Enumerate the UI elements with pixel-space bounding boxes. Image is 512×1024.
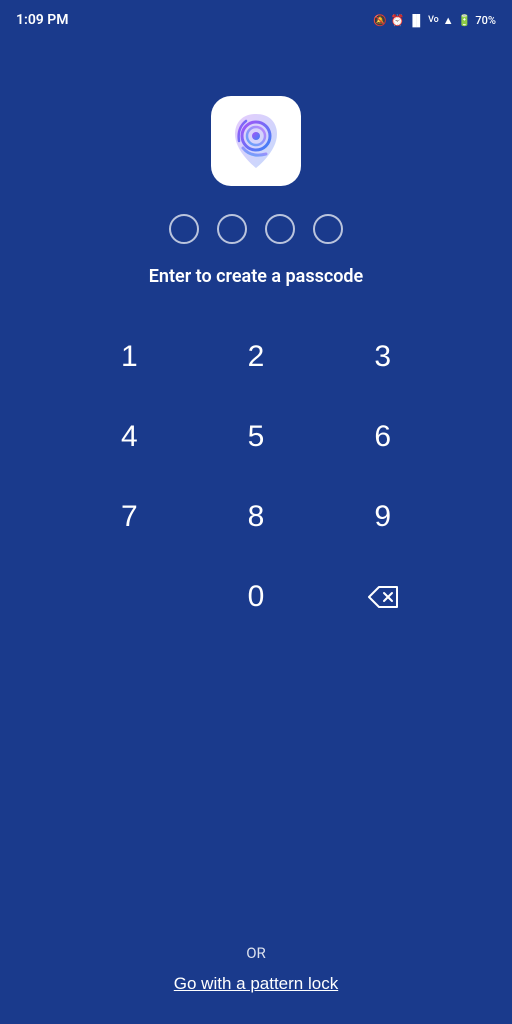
key-cell-9: 9	[319, 477, 446, 557]
key-cell-8: 8	[193, 477, 320, 557]
passcode-dot-3	[265, 214, 295, 244]
vo-icon: Vo	[428, 15, 439, 25]
key-cell-4: 4	[66, 397, 193, 477]
key-empty	[94, 562, 164, 632]
backspace-icon	[367, 585, 399, 609]
key-9[interactable]: 9	[348, 482, 418, 552]
key-0[interactable]: 0	[221, 562, 291, 632]
key-3[interactable]: 3	[348, 322, 418, 392]
key-cell-6: 6	[319, 397, 446, 477]
key-6[interactable]: 6	[348, 402, 418, 472]
key-cell-empty	[66, 557, 193, 637]
wifi-icon: ▲	[443, 14, 454, 27]
passcode-dot-4	[313, 214, 343, 244]
app-logo	[221, 106, 291, 176]
alarm-icon: ⏰	[391, 14, 405, 27]
instruction-text: Enter to create a passcode	[149, 266, 363, 287]
passcode-dots	[169, 214, 343, 244]
key-1[interactable]: 1	[94, 322, 164, 392]
key-5[interactable]: 5	[221, 402, 291, 472]
app-logo-container	[211, 96, 301, 186]
or-label: OR	[246, 944, 266, 962]
key-cell-5: 5	[193, 397, 320, 477]
key-8[interactable]: 8	[221, 482, 291, 552]
main-content: Enter to create a passcode 1 2 3 4 5 6 7…	[0, 36, 512, 637]
key-cell-0: 0	[193, 557, 320, 637]
key-cell-3: 3	[319, 317, 446, 397]
keypad: 1 2 3 4 5 6 7 8 9 0	[46, 317, 466, 637]
backspace-button[interactable]	[348, 562, 418, 632]
status-bar: 1:09 PM 🔕 ⏰ ▐▌ Vo ▲ 🔋 70%	[0, 0, 512, 36]
key-cell-1: 1	[66, 317, 193, 397]
key-cell-backspace	[319, 557, 446, 637]
key-7[interactable]: 7	[94, 482, 164, 552]
key-2[interactable]: 2	[221, 322, 291, 392]
key-4[interactable]: 4	[94, 402, 164, 472]
key-cell-2: 2	[193, 317, 320, 397]
battery-icon: 🔋	[458, 14, 472, 27]
mute-icon: 🔕	[373, 14, 387, 27]
passcode-dot-2	[217, 214, 247, 244]
key-cell-7: 7	[66, 477, 193, 557]
signal-icon: ▐▌	[408, 14, 424, 27]
pattern-lock-link[interactable]: Go with a pattern lock	[174, 974, 338, 994]
passcode-dot-1	[169, 214, 199, 244]
bottom-section: OR Go with a pattern lock	[0, 637, 512, 1024]
status-time: 1:09 PM	[16, 12, 69, 28]
battery-percent: 70%	[475, 14, 496, 27]
status-icons: 🔕 ⏰ ▐▌ Vo ▲ 🔋 70%	[373, 14, 496, 27]
